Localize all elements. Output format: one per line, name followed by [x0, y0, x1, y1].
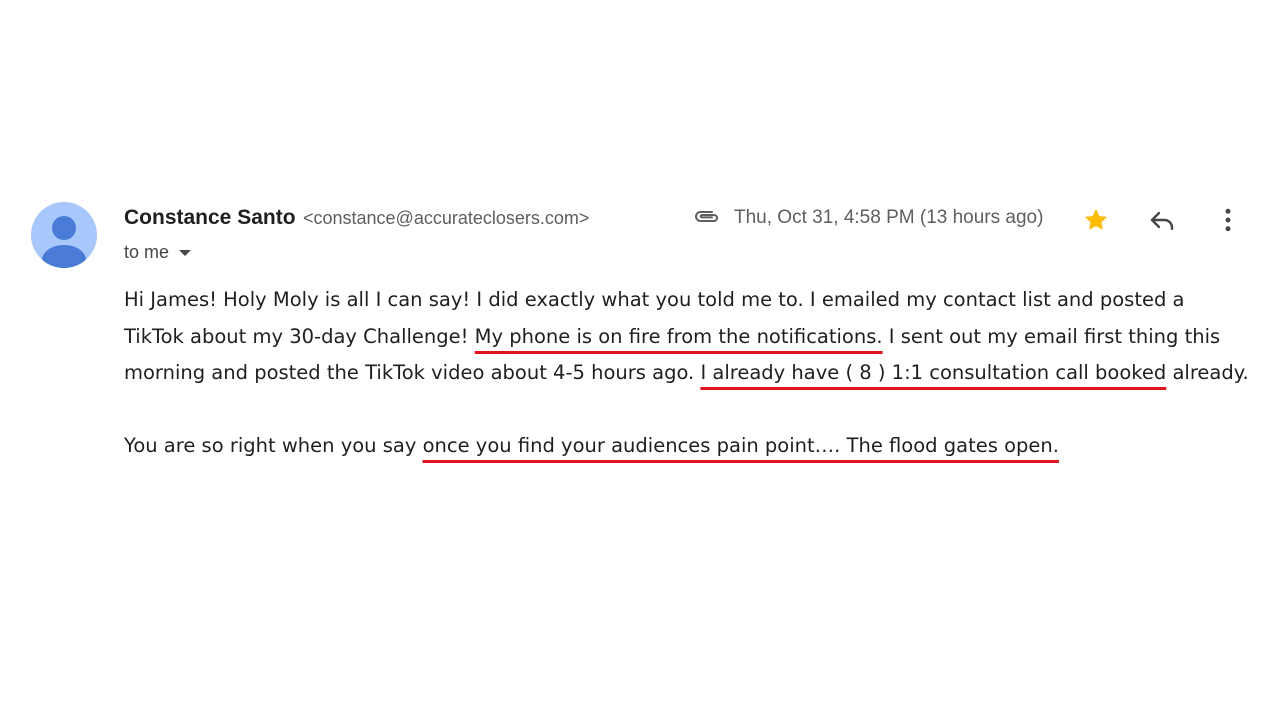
body-paragraph-1: Hi James! Holy Moly is all I can say! I … — [124, 282, 1249, 392]
body-paragraph-2: You are so right when you say once you f… — [124, 428, 1249, 465]
recipient-label: to me — [124, 242, 170, 262]
email-body: Hi James! Holy Moly is all I can say! I … — [124, 282, 1249, 465]
sender-email: <constance@accurateclosers.com> — [302, 208, 590, 228]
sender-line: Constance Santo <constance@accurateclose… — [124, 206, 589, 234]
sender-avatar[interactable] — [31, 202, 97, 268]
star-button[interactable] — [1080, 204, 1112, 236]
body-text-segment: You are so right when you say — [124, 434, 423, 457]
more-options-button[interactable] — [1212, 204, 1244, 236]
star-icon — [1084, 208, 1108, 230]
recipient-details-toggle[interactable]: to me — [124, 242, 192, 263]
highlighted-text: My phone is on fire from the notificatio… — [474, 324, 883, 348]
highlighted-text: I already have ( 8 ) 1:1 consultation ca… — [700, 361, 1167, 384]
caret-down-icon — [179, 249, 192, 256]
highlighted-text: once you find your audiences pain point…… — [422, 434, 1059, 457]
sender-name[interactable]: Constance Santo — [124, 206, 296, 229]
paperclip-icon — [692, 206, 722, 228]
more-vert-icon — [1225, 208, 1231, 232]
body-text-segment: already. — [1166, 361, 1249, 384]
person-icon — [42, 216, 86, 268]
reply-icon — [1150, 211, 1174, 230]
email-date: Thu, Oct 31, 4:58 PM (13 hours ago) — [734, 207, 1044, 228]
reply-button[interactable] — [1146, 204, 1178, 236]
